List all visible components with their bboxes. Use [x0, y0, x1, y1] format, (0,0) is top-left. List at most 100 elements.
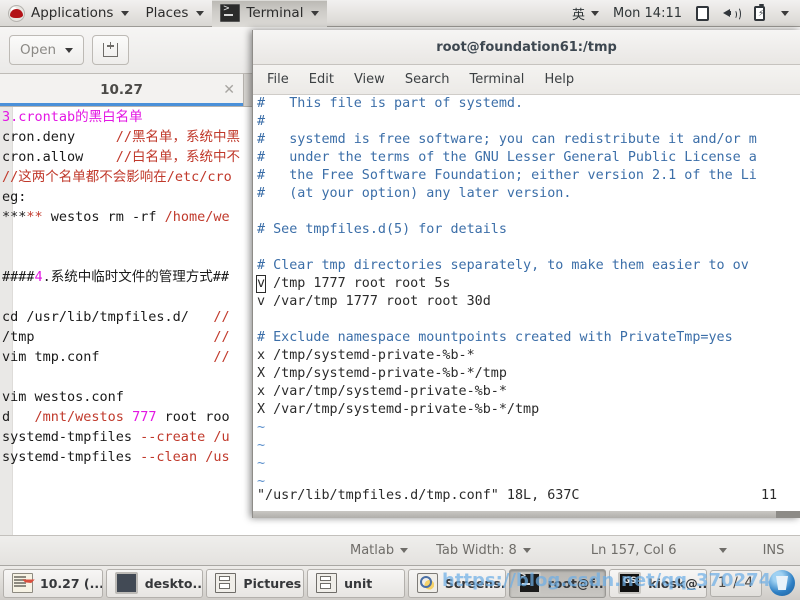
- vim-buffer-line: x /tmp/systemd-private-%b-*: [257, 348, 475, 363]
- taskbar-item-label: Screens...: [444, 575, 506, 591]
- vim-buffer-line: X /tmp/systemd-private-%b-*/tmp: [257, 366, 507, 381]
- top-panel: Applications Places Terminal 英 Mon 14:11…: [0, 0, 800, 27]
- clock-label: Mon 14:11: [612, 5, 682, 21]
- taskbar-item-label: deskto...: [144, 575, 204, 591]
- battery-indicator[interactable]: ⚡: [747, 0, 772, 27]
- menu-terminal[interactable]: Terminal: [469, 72, 524, 87]
- gedit-text-line: cd /usr/lib/tmpfiles.d/ //: [2, 309, 230, 325]
- input-method-indicator[interactable]: 英: [565, 0, 606, 27]
- taskbar: 10.27 (... deskto... Pictures unit Scree…: [0, 565, 800, 600]
- tab-10-27[interactable]: 10.27 ✕: [0, 74, 244, 106]
- gedit-text-line: cron.deny //黑名单，系统中黑: [2, 129, 241, 145]
- terminal-titlebar[interactable]: root@foundation61:/tmp: [253, 30, 800, 65]
- trash-icon[interactable]: [769, 570, 796, 596]
- statusbar-overflow-menu[interactable]: [718, 548, 727, 553]
- taskbar-item-kiosk[interactable]: GS kiosk@...: [609, 568, 708, 598]
- folder-icon: [215, 573, 237, 593]
- taskbar-item-label: kiosk@...: [648, 575, 708, 591]
- vim-status-file: "/usr/lib/tmpfiles.d/tmp.conf" 18L, 637C: [257, 488, 580, 503]
- gedit-text-line: vim tmp.conf //: [2, 349, 230, 365]
- tab-label: 10.27: [100, 82, 143, 98]
- screen-icon: [696, 5, 709, 21]
- chevron-down-icon: [311, 10, 320, 16]
- terminal-title: root@foundation61:/tmp: [436, 39, 617, 55]
- taskbar-item-desktop[interactable]: deskto...: [105, 568, 204, 598]
- chevron-down-icon: [718, 548, 727, 553]
- tab-width-selector[interactable]: Tab Width: 8: [436, 543, 531, 558]
- vim-buffer-line: # Exclude namespace mountpoints created …: [257, 330, 733, 345]
- screenshot-icon: [416, 573, 438, 593]
- close-icon[interactable]: ✕: [223, 83, 235, 97]
- insert-mode-indicator: INS: [763, 543, 785, 558]
- applications-menu-label: Applications: [31, 5, 114, 21]
- system-menu-toggle[interactable]: [772, 0, 796, 27]
- vim-buffer-line: v /tmp 1777 root root 5s: [256, 275, 451, 293]
- terminal-scrollbar[interactable]: [253, 511, 800, 518]
- vim-buffer-line: X /var/tmp/systemd-private-%b-*/tmp: [257, 402, 540, 417]
- places-menu-label: Places: [145, 5, 189, 21]
- chevron-down-icon: [400, 548, 409, 553]
- chevron-down-icon: [522, 548, 531, 553]
- taskbar-item-gedit[interactable]: 10.27 (...: [3, 568, 103, 598]
- gedit-text-line: vim westos.conf: [2, 389, 124, 405]
- taskbar-item-label: root@f...: [547, 575, 607, 591]
- menu-edit[interactable]: Edit: [309, 72, 334, 87]
- menu-help[interactable]: Help: [544, 72, 574, 87]
- vim-buffer-line: #: [257, 114, 266, 129]
- gedit-text-line: 3.crontab的黑白名单: [2, 109, 143, 125]
- taskbar-item-pictures[interactable]: Pictures: [206, 568, 305, 598]
- vim-buffer-line: # Clear tmp directories separately, to m…: [257, 258, 749, 273]
- terminal-screen[interactable]: # This file is part of systemd. # # system…: [253, 95, 800, 512]
- taskbar-item-label: unit: [344, 575, 373, 591]
- gedit-icon: [12, 573, 33, 593]
- vim-status-position: 11: [761, 488, 778, 503]
- language-selector[interactable]: Matlab: [350, 543, 409, 558]
- vim-buffer-line: ~: [257, 438, 266, 453]
- chevron-down-icon: [65, 47, 74, 53]
- battery-icon: ⚡: [754, 3, 765, 21]
- taskbar-item-unit[interactable]: unit: [307, 568, 405, 598]
- vim-buffer-line: v /var/tmp 1777 root root 30d: [257, 294, 491, 309]
- clock[interactable]: Mon 14:11: [606, 0, 689, 27]
- menu-file[interactable]: File: [267, 72, 289, 87]
- input-method-label: 英: [571, 7, 585, 23]
- taskbar-item-screenshot[interactable]: Screens...: [407, 568, 506, 598]
- gedit-text-line: /tmp //: [2, 329, 230, 345]
- places-menu[interactable]: Places: [137, 0, 212, 27]
- chevron-down-icon: [781, 10, 789, 16]
- vim-buffer-line: # (at your option) any later version.: [257, 186, 572, 201]
- menu-search[interactable]: Search: [405, 72, 450, 87]
- chevron-down-icon: [196, 10, 205, 16]
- cursor-position-label: Ln 157, Col 6: [590, 543, 677, 558]
- gedit-text-line: cron.allow //白名单，系统中不: [2, 149, 241, 165]
- language-label: Matlab: [350, 543, 395, 558]
- tab-width-label: Tab Width: 8: [436, 543, 517, 558]
- terminal-app-menu[interactable]: Terminal: [212, 0, 328, 27]
- applications-menu[interactable]: Applications: [0, 0, 137, 27]
- terminal-icon: [220, 3, 241, 22]
- cursor-position: Ln 157, Col 6: [591, 543, 677, 558]
- gedit-text-line: systemd-tmpfiles --create /u: [2, 429, 230, 445]
- menu-view[interactable]: View: [354, 72, 385, 87]
- vim-buffer-line: x /var/tmp/systemd-private-%b-*: [257, 384, 507, 399]
- new-document-icon: [103, 42, 119, 57]
- chevron-down-icon: [590, 10, 599, 16]
- screen-icon: [114, 572, 138, 594]
- redhat-logo-icon: [8, 4, 25, 22]
- gedit-text-line: eg:: [2, 189, 27, 205]
- system-status-menu[interactable]: [689, 0, 716, 27]
- volume-icon: [723, 6, 741, 21]
- terminal-icon: [517, 571, 541, 594]
- taskbar-item-label: 10.27 (...: [40, 575, 103, 591]
- taskbar-item-label: Pictures: [243, 575, 302, 591]
- volume-indicator[interactable]: [716, 0, 747, 27]
- gedit-statusbar: Matlab Tab Width: 8 Ln 157, Col 6 INS: [0, 535, 800, 565]
- gedit-text-line: ***** westos rm -rf /home/we: [2, 209, 230, 225]
- vim-buffer-line: # systemd is free software; you can redi…: [257, 132, 757, 147]
- taskbar-item-terminal[interactable]: root@f...: [508, 568, 607, 598]
- workspace-label: 1 / 4: [717, 575, 755, 591]
- new-document-button[interactable]: [92, 35, 130, 65]
- vim-buffer-line: # See tmpfiles.d(5) for details: [257, 222, 507, 237]
- open-button[interactable]: Open: [9, 35, 85, 65]
- workspace-switcher[interactable]: 1 / 4: [710, 569, 763, 597]
